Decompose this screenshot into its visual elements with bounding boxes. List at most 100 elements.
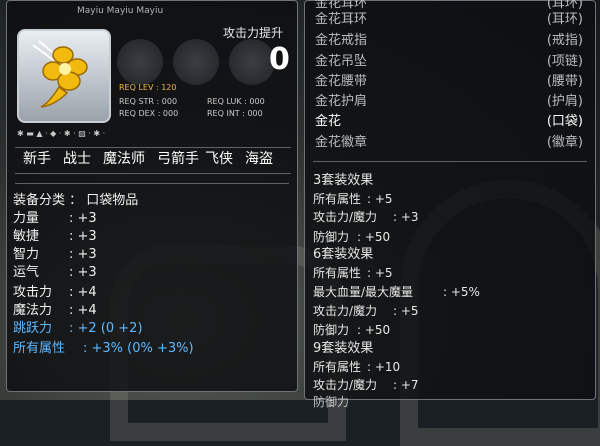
set-item-name: 金花耳环 (315, 12, 368, 27)
set-effect-value: : +50 (357, 230, 391, 244)
stat-value: : +3 (69, 211, 97, 226)
stat-label: 跳跃力 (13, 321, 53, 336)
set-effect-label: 攻击力/魔力 (313, 378, 378, 392)
set-item-slot: (护肩) (546, 94, 583, 109)
set-item-row: 金花戒指 (戒指) (315, 32, 583, 50)
set-effect-row: 最大血量/最大魔量 : +5% (313, 284, 480, 300)
stat-value: : +4 (69, 285, 97, 300)
attack-boost-value: 0 (269, 42, 290, 77)
set-effect-label: 防御力 (313, 230, 350, 244)
req-dex: REQ DEX : 000 (119, 109, 179, 118)
set-item-slot: (耳环) (546, 12, 583, 27)
set-effect-label: 攻击力/魔力 (313, 210, 378, 224)
stat-value: : +3 (69, 265, 97, 280)
set-effect-value: : +5 (367, 266, 393, 280)
set-item-row: 金花徽章 (徽章) (315, 134, 583, 152)
golden-flower-icon (32, 40, 88, 108)
stat-label: 智力 (13, 247, 40, 262)
set-effect-row: 防御力 : +50 (313, 229, 390, 245)
set-item-name: 金花 (315, 114, 342, 129)
set-effect-label: 防御力 (313, 323, 350, 337)
set-effect-label: 所有属性 (313, 360, 362, 374)
set-item-row: 金花腰带 (腰带) (315, 73, 583, 91)
item-tooltip-panel: Mayiu Mayiu Mayiu 攻击力提升 0 REQ LEV : 120 … (6, 0, 298, 392)
set-effect-row: 攻击力/魔力 : +7 (313, 377, 419, 393)
divider (313, 161, 587, 162)
attack-boost-label: 攻击力提升 (223, 26, 284, 40)
stat-row-bonus: 所有属性 : +3% (0% +3%) (13, 341, 194, 357)
req-icons-row: ✱ ▬ ▲ · ◆ · ✱ · ▨ · ✱ · (17, 129, 106, 138)
req-int: REQ INT : 000 (207, 109, 263, 118)
stat-label: 敏捷 (13, 229, 40, 244)
set3-title: 3套装效果 (313, 173, 374, 188)
set-item-slot: (徽章) (546, 135, 583, 150)
set-effect-label: 所有属性 (313, 266, 362, 280)
stat-row: 敏捷 : +3 (13, 229, 97, 245)
set-item-name: 金花吊坠 (315, 54, 368, 69)
set-effect-row-cut: 防御力 (313, 394, 349, 410)
set-effect-row: 所有属性 : +10 (313, 359, 400, 375)
stat-label: 运气 (13, 265, 40, 280)
stat-label: 力量 (13, 211, 40, 226)
set-item-slot: (戒指) (546, 33, 583, 48)
stat-label: 所有属性 (13, 341, 66, 356)
stat-value: : +2 (0 +2) (69, 321, 143, 336)
set-effect-value: : +10 (367, 360, 401, 374)
req-level: REQ LEV : 120 (119, 83, 177, 92)
set-effect-row: 防御力 : +50 (313, 322, 390, 338)
set-item-name: 金花腰带 (315, 74, 368, 89)
set-item-slot: (口袋) (546, 114, 583, 129)
job-bowman: 弓箭手 (157, 151, 199, 167)
set9-title: 9套装效果 (313, 341, 374, 356)
divider (15, 183, 289, 184)
stat-label: 攻击力 (13, 285, 53, 300)
set-effect-row: 攻击力/魔力 : +3 (313, 209, 419, 225)
equip-slot-2 (173, 39, 219, 85)
set-effect-row: 所有属性 : +5 (313, 191, 393, 207)
set-item-slot: (项链) (546, 54, 583, 69)
set-effect-value: : +5 (393, 304, 419, 318)
set-effect-label: 最大血量/最大魔量 (313, 285, 414, 299)
stat-value: : +3% (0% +3%) (83, 341, 194, 356)
req-str: REQ STR : 000 (119, 97, 178, 106)
set6-title: 6套装效果 (313, 247, 374, 262)
item-title-partial: Mayiu Mayiu Mayiu (77, 6, 164, 16)
stat-row-bonus: 跳跃力 : +2 (0 +2) (13, 321, 143, 337)
set-effect-value: : +5% (443, 285, 480, 299)
set-item-name: 金花护肩 (315, 94, 368, 109)
set-item-row: 金花耳环 (耳环) (315, 11, 583, 29)
set-effect-value: : +3 (393, 210, 419, 224)
set-item-row: 金花吊坠 (项链) (315, 53, 583, 71)
set-effect-label: 防御力 (313, 395, 350, 409)
job-magician: 魔法师 (103, 151, 145, 167)
set-item-row-current: 金花 (口袋) (315, 113, 583, 131)
req-luk: REQ LUK : 000 (207, 97, 265, 106)
item-icon-frame (17, 29, 111, 123)
set-effect-row: 所有属性 : +5 (313, 265, 393, 281)
stat-value: : +4 (69, 303, 97, 318)
set-item-name: 金花耳环 (315, 0, 368, 11)
stat-value: : +3 (69, 247, 97, 262)
set-item-row: 金花护肩 (护肩) (315, 93, 583, 111)
set-tooltip-panel: 金花耳环 (耳环) 金花耳环 (耳环) 金花戒指 (戒指) 金花吊坠 (项链) 金花腰带… (304, 0, 596, 409)
job-beginner: 新手 (23, 151, 51, 167)
stat-row: 运气 : +3 (13, 265, 97, 281)
equip-category: 装备分类 ： 口袋物品 (13, 193, 139, 208)
set-item-name: 金花徽章 (315, 135, 368, 150)
stat-row: 攻击力 : +4 (13, 285, 97, 301)
set-effect-value: : +5 (367, 192, 393, 206)
job-thief: 飞侠 (205, 151, 233, 167)
stat-row: 智力 : +3 (13, 247, 97, 263)
stat-value: : +3 (69, 229, 97, 244)
job-warrior: 战士 (63, 151, 91, 167)
set-effect-value: : +50 (357, 323, 391, 337)
set-item-slot: (腰带) (546, 74, 583, 89)
stat-label: 魔法力 (13, 303, 53, 318)
set-effect-value: : +7 (393, 378, 419, 392)
equip-slot-1 (117, 39, 163, 85)
set-effect-label: 攻击力/魔力 (313, 304, 378, 318)
set-effect-label: 所有属性 (313, 192, 362, 206)
set-item-name: 金花戒指 (315, 33, 368, 48)
set-effect-row: 攻击力/魔力 : +5 (313, 303, 419, 319)
stat-row: 魔法力 : +4 (13, 303, 97, 319)
